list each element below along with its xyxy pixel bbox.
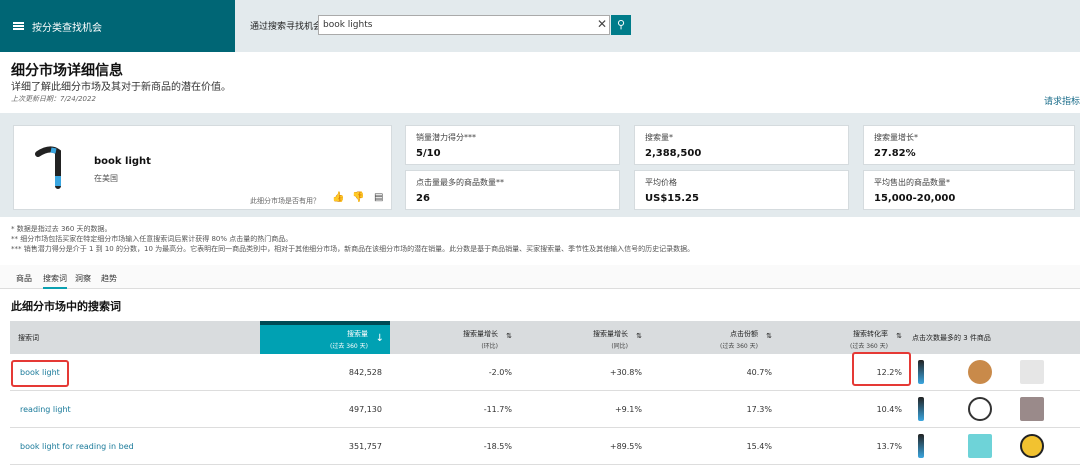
col-search-volume[interactable]: 搜索量 (过去 360 天) ↓ (260, 321, 390, 354)
tab-products[interactable]: 商品 (16, 273, 32, 284)
sort-desc-icon: ↓ (375, 333, 384, 344)
metric-label: 平均售出的商品数量* (874, 178, 950, 187)
thumbs-down-icon[interactable]: 👎 (352, 192, 364, 203)
useful-prompt: 此细分市场是否有用？ (250, 197, 320, 205)
col-growth-qoq[interactable]: 搜索量增长 (环比) ⇅ (390, 321, 520, 354)
search-volume: 842,528 (348, 368, 382, 377)
search-term-link[interactable]: book light for reading in bed (20, 442, 134, 451)
growth-yoy: +30.8% (609, 368, 642, 377)
thumbs-up-icon[interactable]: 👍 (332, 192, 344, 203)
metric-label: 销量潜力得分*** (416, 133, 476, 142)
search-term-link[interactable]: reading light (20, 405, 71, 414)
col-growth-yoy[interactable]: 搜索量增长 (同比) ⇅ (520, 321, 650, 354)
product-thumbnail[interactable] (918, 434, 924, 458)
product-card: book light 在美国 此细分市场是否有用？ 👍 👎 ▤ (13, 125, 392, 210)
footnote: ** 细分市场包括买家在特定细分市场输入任意搜索词后累计获得 80% 点击量的热… (11, 235, 293, 243)
metric-value: 5/10 (416, 148, 441, 159)
metric-value: US$15.25 (645, 193, 699, 204)
growth-qoq: -11.7% (483, 405, 512, 414)
tab-search-terms[interactable]: 搜索词 (43, 273, 67, 289)
conversion-rate: 13.7% (876, 442, 902, 451)
tab-trends[interactable]: 趋势 (101, 273, 117, 284)
product-name: book light (94, 156, 151, 167)
tab-bar: 商品 搜索词 洞察 趋势 (0, 265, 1080, 289)
search-button[interactable]: ⚲ (611, 15, 631, 35)
product-thumbnail[interactable] (918, 360, 924, 384)
sort-icon: ⇅ (506, 332, 512, 340)
click-share: 40.7% (746, 368, 772, 377)
product-thumbnail[interactable] (918, 397, 924, 421)
metric-card: 平均售出的商品数量* 15,000-20,000 (863, 170, 1075, 210)
menu-icon (13, 22, 24, 30)
product-thumbnail[interactable] (1020, 360, 1044, 384)
highlight-box (852, 352, 911, 386)
growth-qoq: -18.5% (483, 442, 512, 451)
metric-value: 15,000-20,000 (874, 193, 956, 204)
metric-label: 点击量最多的商品数量** (416, 178, 504, 187)
last-updated: 上次更新日期：7/24/2022 (11, 95, 96, 103)
metric-value: 2,388,500 (645, 148, 702, 159)
sort-icon: ⇅ (636, 332, 642, 340)
sort-icon: ⇅ (896, 332, 902, 340)
metric-value: 27.82% (874, 148, 916, 159)
product-thumbnail[interactable] (1020, 397, 1044, 421)
growth-yoy: +9.1% (614, 405, 642, 414)
sort-icon: ⇅ (766, 332, 772, 340)
category-nav-button[interactable]: 按分类查找机会 (0, 0, 235, 52)
tab-insights[interactable]: 洞察 (75, 273, 91, 284)
click-share: 17.3% (746, 405, 772, 414)
book-light-image (35, 146, 61, 189)
col-search-term: 搜索词 (18, 334, 39, 342)
col-top-products: 点击次数最多的 3 件商品 (912, 334, 991, 342)
col-conversion[interactable]: 搜索转化率 (过去 360 天) ⇅ (780, 321, 910, 354)
metric-card: 点击量最多的商品数量** 26 (405, 170, 620, 210)
category-nav-label: 按分类查找机会 (32, 22, 102, 34)
col-click-share[interactable]: 点击份额 (过去 360 天) ⇅ (650, 321, 780, 354)
metric-card: 平均价格 US$15.25 (634, 170, 849, 210)
metric-card: 搜索量* 2,388,500 (634, 125, 849, 165)
metric-label: 平均价格 (645, 178, 677, 187)
search-icon: ⚲ (616, 18, 626, 31)
product-thumbnail[interactable] (968, 434, 992, 458)
search-volume: 497,130 (348, 405, 382, 414)
footnote: *** 销售潜力得分是介于 1 到 10 的分数，10 为最高分。它表明在同一商… (11, 245, 695, 253)
page-subtitle: 详细了解此细分市场及其对于新商品的潜在价值。 (11, 82, 231, 93)
clear-icon[interactable]: ✕ (597, 17, 607, 31)
top-bar: 按分类查找机会 通过搜索寻找机会 book lights ✕ ⚲ (0, 0, 1080, 52)
search-label: 通过搜索寻找机会 (250, 22, 323, 32)
table-row: book light 842,528 -2.0% +30.8% 40.7% 12… (10, 354, 1080, 391)
product-thumbnail[interactable] (968, 360, 992, 384)
metric-label: 搜索量增长* (874, 133, 918, 142)
table-header: 搜索词 搜索量 (过去 360 天) ↓ 搜索量增长 (环比) ⇅ 搜索量增长 (同比) ⇅… (10, 321, 1080, 354)
metric-card: 搜索量增长* 27.82% (863, 125, 1075, 165)
page-title: 细分市场详细信息 (11, 63, 123, 79)
product-thumbnail[interactable] (1020, 434, 1044, 458)
search-volume: 351,757 (348, 442, 382, 451)
section-title: 此细分市场中的搜索词 (11, 300, 121, 313)
growth-qoq: -2.0% (488, 368, 512, 377)
table-row: book light for reading in bed 351,757 -1… (10, 428, 1080, 465)
highlight-box (11, 360, 69, 387)
search-input[interactable]: book lights (318, 15, 610, 35)
conversion-rate: 10.4% (876, 405, 902, 414)
metric-card: 销量潜力得分*** 5/10 (405, 125, 620, 165)
footnotes: * 数据是指过去 360 天的数据。 ** 细分市场包括买家在特定细分市场输入任… (11, 224, 694, 254)
request-metrics-link[interactable]: 请求指标 (1044, 94, 1080, 107)
metric-value: 26 (416, 193, 430, 204)
comment-icon[interactable]: ▤ (374, 192, 383, 203)
footnote: * 数据是指过去 360 天的数据。 (11, 225, 112, 233)
table-row: reading light 497,130 -11.7% +9.1% 17.3%… (10, 391, 1080, 428)
growth-yoy: +89.5% (609, 442, 642, 451)
product-thumbnail[interactable] (968, 397, 992, 421)
click-share: 15.4% (746, 442, 772, 451)
product-location: 在美国 (94, 174, 118, 183)
metric-label: 搜索量* (645, 133, 673, 142)
